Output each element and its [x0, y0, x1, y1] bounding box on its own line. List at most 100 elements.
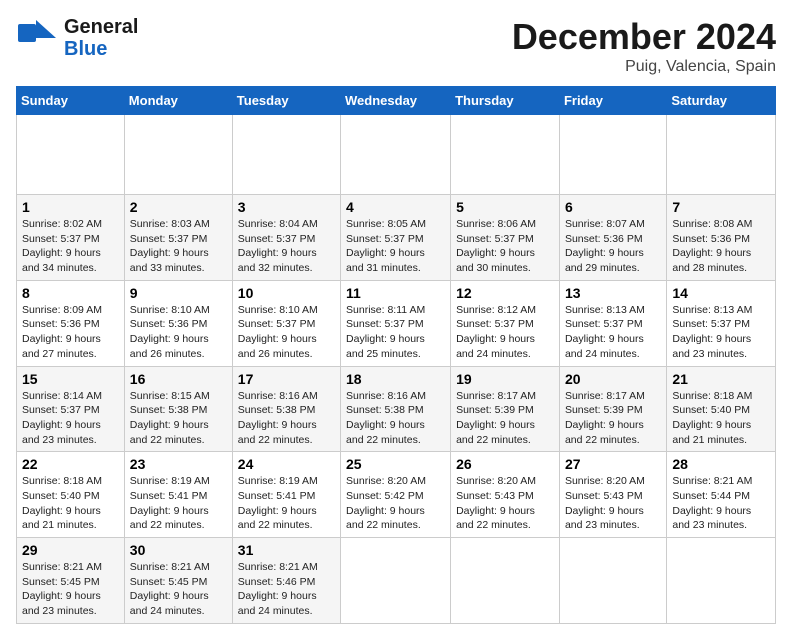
- day-info: Sunrise: 8:14 AMSunset: 5:37 PMDaylight:…: [22, 390, 102, 446]
- weekday-header-thursday: Thursday: [451, 87, 560, 115]
- calendar-cell: 21 Sunrise: 8:18 AMSunset: 5:40 PMDaylig…: [667, 366, 776, 452]
- day-info: Sunrise: 8:15 AMSunset: 5:38 PMDaylight:…: [130, 390, 210, 446]
- calendar-cell: 8 Sunrise: 8:09 AMSunset: 5:36 PMDayligh…: [17, 280, 125, 366]
- weekday-header-sunday: Sunday: [17, 87, 125, 115]
- day-info: Sunrise: 8:10 AMSunset: 5:37 PMDaylight:…: [238, 304, 318, 360]
- day-number: 22: [22, 456, 119, 472]
- calendar-cell: [451, 538, 560, 624]
- day-info: Sunrise: 8:16 AMSunset: 5:38 PMDaylight:…: [238, 390, 318, 446]
- calendar-cell: 14 Sunrise: 8:13 AMSunset: 5:37 PMDaylig…: [667, 280, 776, 366]
- day-number: 1: [22, 199, 119, 215]
- calendar-cell: [17, 115, 125, 195]
- calendar-cell: 28 Sunrise: 8:21 AMSunset: 5:44 PMDaylig…: [667, 452, 776, 538]
- calendar-cell: 26 Sunrise: 8:20 AMSunset: 5:43 PMDaylig…: [451, 452, 560, 538]
- calendar-cell: 6 Sunrise: 8:07 AMSunset: 5:36 PMDayligh…: [559, 195, 666, 281]
- month-title: December 2024: [512, 16, 776, 58]
- calendar-cell: 1 Sunrise: 8:02 AMSunset: 5:37 PMDayligh…: [17, 195, 125, 281]
- calendar-cell: 15 Sunrise: 8:14 AMSunset: 5:37 PMDaylig…: [17, 366, 125, 452]
- day-info: Sunrise: 8:19 AMSunset: 5:41 PMDaylight:…: [130, 475, 210, 531]
- day-info: Sunrise: 8:04 AMSunset: 5:37 PMDaylight:…: [238, 218, 318, 274]
- calendar-cell: [667, 115, 776, 195]
- day-number: 4: [346, 199, 445, 215]
- calendar-cell: 31 Sunrise: 8:21 AMSunset: 5:46 PMDaylig…: [232, 538, 340, 624]
- weekday-header-saturday: Saturday: [667, 87, 776, 115]
- day-number: 11: [346, 285, 445, 301]
- day-info: Sunrise: 8:21 AMSunset: 5:45 PMDaylight:…: [130, 561, 210, 617]
- day-number: 12: [456, 285, 554, 301]
- day-info: Sunrise: 8:08 AMSunset: 5:36 PMDaylight:…: [672, 218, 752, 274]
- day-number: 19: [456, 371, 554, 387]
- day-number: 6: [565, 199, 661, 215]
- day-info: Sunrise: 8:11 AMSunset: 5:37 PMDaylight:…: [346, 304, 425, 360]
- day-number: 9: [130, 285, 227, 301]
- calendar-cell: 9 Sunrise: 8:10 AMSunset: 5:36 PMDayligh…: [124, 280, 232, 366]
- page-header: General Blue December 2024 Puig, Valenci…: [16, 16, 776, 76]
- logo-general: General: [64, 16, 138, 38]
- calendar-cell: 19 Sunrise: 8:17 AMSunset: 5:39 PMDaylig…: [451, 366, 560, 452]
- calendar-cell: 10 Sunrise: 8:10 AMSunset: 5:37 PMDaylig…: [232, 280, 340, 366]
- day-info: Sunrise: 8:17 AMSunset: 5:39 PMDaylight:…: [565, 390, 645, 446]
- calendar-cell: 29 Sunrise: 8:21 AMSunset: 5:45 PMDaylig…: [17, 538, 125, 624]
- day-number: 21: [672, 371, 770, 387]
- logo: General Blue: [16, 16, 138, 60]
- logo-icon: [16, 16, 60, 60]
- day-info: Sunrise: 8:18 AMSunset: 5:40 PMDaylight:…: [672, 390, 752, 446]
- day-info: Sunrise: 8:18 AMSunset: 5:40 PMDaylight:…: [22, 475, 102, 531]
- day-info: Sunrise: 8:13 AMSunset: 5:37 PMDaylight:…: [565, 304, 645, 360]
- day-number: 24: [238, 456, 335, 472]
- calendar-cell: [341, 538, 451, 624]
- calendar-cell: [341, 115, 451, 195]
- weekday-header-monday: Monday: [124, 87, 232, 115]
- calendar-cell: 2 Sunrise: 8:03 AMSunset: 5:37 PMDayligh…: [124, 195, 232, 281]
- day-number: 10: [238, 285, 335, 301]
- day-info: Sunrise: 8:17 AMSunset: 5:39 PMDaylight:…: [456, 390, 536, 446]
- day-number: 26: [456, 456, 554, 472]
- day-info: Sunrise: 8:20 AMSunset: 5:43 PMDaylight:…: [456, 475, 536, 531]
- calendar-cell: 16 Sunrise: 8:15 AMSunset: 5:38 PMDaylig…: [124, 366, 232, 452]
- calendar-cell: 3 Sunrise: 8:04 AMSunset: 5:37 PMDayligh…: [232, 195, 340, 281]
- calendar-cell: 17 Sunrise: 8:16 AMSunset: 5:38 PMDaylig…: [232, 366, 340, 452]
- calendar-cell: 5 Sunrise: 8:06 AMSunset: 5:37 PMDayligh…: [451, 195, 560, 281]
- calendar-cell: [667, 538, 776, 624]
- calendar-cell: [559, 115, 666, 195]
- calendar-cell: 30 Sunrise: 8:21 AMSunset: 5:45 PMDaylig…: [124, 538, 232, 624]
- day-info: Sunrise: 8:02 AMSunset: 5:37 PMDaylight:…: [22, 218, 102, 274]
- day-number: 27: [565, 456, 661, 472]
- day-info: Sunrise: 8:21 AMSunset: 5:45 PMDaylight:…: [22, 561, 102, 617]
- day-info: Sunrise: 8:07 AMSunset: 5:36 PMDaylight:…: [565, 218, 645, 274]
- calendar-cell: 25 Sunrise: 8:20 AMSunset: 5:42 PMDaylig…: [341, 452, 451, 538]
- day-info: Sunrise: 8:20 AMSunset: 5:42 PMDaylight:…: [346, 475, 426, 531]
- day-number: 8: [22, 285, 119, 301]
- day-number: 14: [672, 285, 770, 301]
- title-area: December 2024 Puig, Valencia, Spain: [512, 16, 776, 76]
- calendar-cell: [451, 115, 560, 195]
- day-number: 16: [130, 371, 227, 387]
- weekday-header-tuesday: Tuesday: [232, 87, 340, 115]
- day-info: Sunrise: 8:10 AMSunset: 5:36 PMDaylight:…: [130, 304, 210, 360]
- day-info: Sunrise: 8:19 AMSunset: 5:41 PMDaylight:…: [238, 475, 318, 531]
- day-number: 28: [672, 456, 770, 472]
- calendar-cell: 12 Sunrise: 8:12 AMSunset: 5:37 PMDaylig…: [451, 280, 560, 366]
- day-number: 15: [22, 371, 119, 387]
- calendar-cell: 13 Sunrise: 8:13 AMSunset: 5:37 PMDaylig…: [559, 280, 666, 366]
- calendar-cell: 24 Sunrise: 8:19 AMSunset: 5:41 PMDaylig…: [232, 452, 340, 538]
- day-info: Sunrise: 8:21 AMSunset: 5:44 PMDaylight:…: [672, 475, 752, 531]
- day-info: Sunrise: 8:05 AMSunset: 5:37 PMDaylight:…: [346, 218, 426, 274]
- day-number: 2: [130, 199, 227, 215]
- day-info: Sunrise: 8:21 AMSunset: 5:46 PMDaylight:…: [238, 561, 318, 617]
- day-info: Sunrise: 8:20 AMSunset: 5:43 PMDaylight:…: [565, 475, 645, 531]
- calendar-cell: 11 Sunrise: 8:11 AMSunset: 5:37 PMDaylig…: [341, 280, 451, 366]
- day-info: Sunrise: 8:09 AMSunset: 5:36 PMDaylight:…: [22, 304, 102, 360]
- day-number: 17: [238, 371, 335, 387]
- day-number: 23: [130, 456, 227, 472]
- calendar-cell: [232, 115, 340, 195]
- calendar-cell: 4 Sunrise: 8:05 AMSunset: 5:37 PMDayligh…: [341, 195, 451, 281]
- day-info: Sunrise: 8:12 AMSunset: 5:37 PMDaylight:…: [456, 304, 536, 360]
- day-number: 25: [346, 456, 445, 472]
- day-number: 31: [238, 542, 335, 558]
- day-number: 13: [565, 285, 661, 301]
- location: Puig, Valencia, Spain: [512, 58, 776, 76]
- day-number: 29: [22, 542, 119, 558]
- calendar-cell: 20 Sunrise: 8:17 AMSunset: 5:39 PMDaylig…: [559, 366, 666, 452]
- day-number: 20: [565, 371, 661, 387]
